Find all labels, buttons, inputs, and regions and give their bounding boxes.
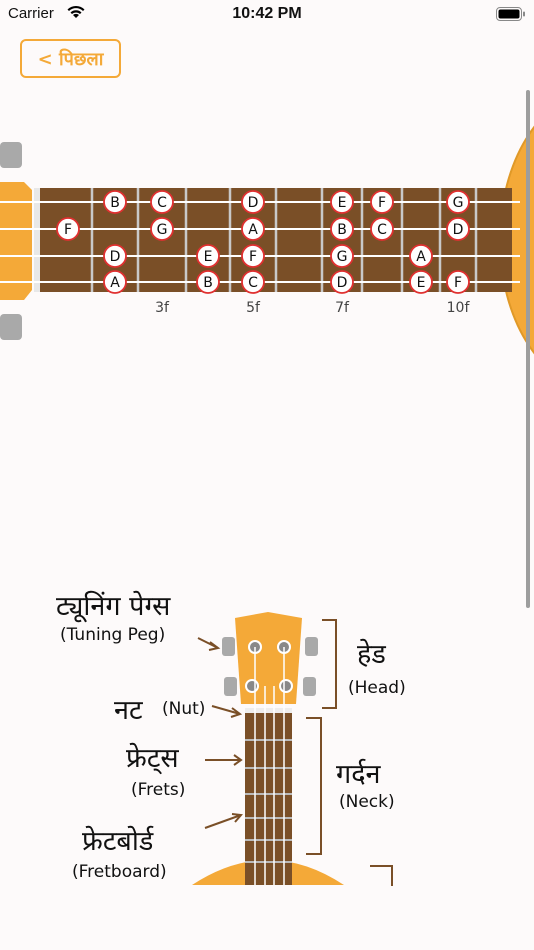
note-marker-label: A <box>248 222 258 238</box>
battery-icon <box>496 6 526 25</box>
note-marker[interactable]: E <box>330 190 354 214</box>
ukulele-nut <box>245 708 292 713</box>
note-marker[interactable]: A <box>409 244 433 268</box>
note-marker-label: A <box>416 249 426 265</box>
label-fretboard-en: (Fretboard) <box>72 862 167 882</box>
note-marker-label: G <box>453 195 464 211</box>
note-marker-label: C <box>377 222 387 238</box>
note-marker-label: D <box>453 222 464 238</box>
note-marker-label: D <box>337 275 348 291</box>
note-marker[interactable]: D <box>241 190 265 214</box>
note-marker[interactable]: A <box>103 270 127 294</box>
note-marker[interactable]: G <box>446 190 470 214</box>
label-tuning-peg-en: (Tuning Peg) <box>60 625 166 645</box>
note-marker-label: D <box>248 195 259 211</box>
label-nut-en: (Nut) <box>162 699 206 719</box>
fretboard-diagram: B C D E F G F G A B C D D E F G A A B C D E F 3f 5f 7f 10f <box>0 125 534 355</box>
label-frets-en: (Frets) <box>131 780 186 800</box>
note-marker-label: E <box>204 249 213 265</box>
fret-number-label: 3f <box>155 300 170 316</box>
note-marker[interactable]: A <box>241 217 265 241</box>
vertical-scrollbar[interactable] <box>526 90 530 608</box>
note-marker-label: F <box>454 275 462 291</box>
label-frets: फ्रेट्स <box>126 743 179 774</box>
note-marker[interactable]: B <box>196 270 220 294</box>
label-nut: नट <box>114 695 143 726</box>
label-tuning-peg: ट्यूनिंग पेग्स <box>56 591 171 622</box>
note-marker[interactable]: G <box>150 217 174 241</box>
note-marker[interactable]: B <box>330 217 354 241</box>
label-head-en: (Head) <box>348 678 406 698</box>
nut <box>34 188 40 292</box>
note-marker[interactable]: F <box>241 244 265 268</box>
clock: 10:42 PM <box>232 5 302 22</box>
note-marker[interactable]: E <box>409 270 433 294</box>
note-marker-label: F <box>378 195 386 211</box>
note-marker[interactable]: C <box>370 217 394 241</box>
ukulele-head <box>235 612 302 704</box>
note-marker-label: A <box>110 275 120 291</box>
pointer-arrows <box>197 637 243 829</box>
note-marker[interactable]: C <box>150 190 174 214</box>
note-marker-label: B <box>110 195 120 211</box>
note-marker[interactable]: D <box>330 270 354 294</box>
note-marker-label: F <box>64 222 72 238</box>
note-marker-label: D <box>110 249 121 265</box>
note-marker[interactable]: F <box>56 217 80 241</box>
note-marker-label: E <box>338 195 347 211</box>
note-marker-label: F <box>249 249 257 265</box>
fret-number-label: 10f <box>447 300 471 316</box>
back-button-label: < पिछला <box>37 48 104 70</box>
fret-number-label: 5f <box>246 300 261 316</box>
fret-number-label: 7f <box>335 300 350 316</box>
ukulele-neck <box>245 712 292 885</box>
note-marker-label: B <box>203 275 213 291</box>
note-marker[interactable]: C <box>241 270 265 294</box>
note-marker[interactable]: E <box>196 244 220 268</box>
note-marker-label: C <box>248 275 258 291</box>
headstock-left <box>0 142 32 340</box>
note-marker[interactable]: B <box>103 190 127 214</box>
note-marker[interactable]: D <box>446 217 470 241</box>
label-neck: गर्दन <box>336 759 381 790</box>
note-marker[interactable]: F <box>370 190 394 214</box>
back-button[interactable]: < पिछला <box>20 39 121 78</box>
note-marker-label: C <box>157 195 167 211</box>
note-marker-label: G <box>337 249 348 265</box>
note-marker[interactable]: F <box>446 270 470 294</box>
note-marker[interactable]: G <box>330 244 354 268</box>
status-bar: Carrier 10:42 PM <box>0 0 534 30</box>
note-marker[interactable]: D <box>103 244 127 268</box>
note-marker-label: E <box>417 275 426 291</box>
note-marker-label: B <box>337 222 347 238</box>
label-head: हेड <box>357 639 386 670</box>
label-neck-en: (Neck) <box>339 792 395 812</box>
label-fretboard: फ्रेटबोर्ड <box>82 826 154 857</box>
fret-number-labels: 3f 5f 7f 10f <box>155 300 470 316</box>
note-marker-label: G <box>157 222 168 238</box>
